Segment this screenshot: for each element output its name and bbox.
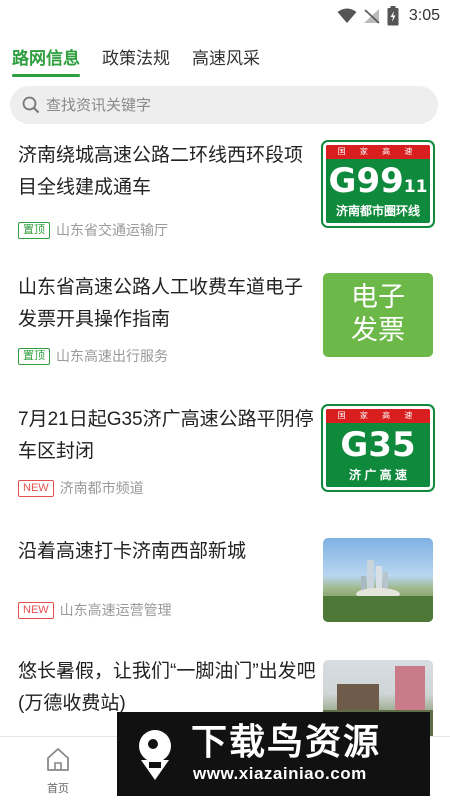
new-badge: NEW — [18, 601, 54, 619]
sign-header: 国 家 高 速 — [326, 409, 430, 423]
news-source: 山东省交通运输厅 — [56, 222, 168, 238]
news-title: 悠长暑假，让我们“一脚油门”出发吧(万德收费站) — [18, 661, 316, 714]
tab-policy[interactable]: 政策法规 — [102, 44, 170, 77]
news-title: 山东省高速公路人工收费车道电子发票开具操作指南 — [18, 277, 304, 330]
sign-route-name: 济南都市圈环线 — [335, 204, 420, 218]
news-meta: NEW 济南都市频道 — [18, 478, 144, 498]
news-title: 7月21日起G35济广高速公路平阴停车区封闭 — [18, 409, 314, 462]
tab-highway-style[interactable]: 高速风采 — [192, 44, 260, 77]
watermark-title: 下载鸟资源 — [191, 721, 382, 762]
battery-icon — [387, 6, 399, 26]
search-bar[interactable] — [10, 86, 438, 124]
sign-code: G9911 — [326, 161, 430, 207]
pinned-badge: 置顶 — [18, 221, 50, 239]
news-title: 沿着高速打卡济南西部新城 — [18, 541, 247, 562]
card-text: 电子 发票 — [323, 281, 433, 347]
news-meta: NEW 山东高速运营管理 — [18, 600, 172, 620]
watermark-url: www.xiazainiao.com — [193, 764, 367, 783]
wifi-icon — [337, 8, 357, 23]
pinned-badge: 置顶 — [18, 347, 50, 365]
home-icon — [47, 748, 69, 771]
news-source: 山东高速运营管理 — [59, 602, 172, 618]
status-time: 3:05 — [408, 7, 440, 24]
news-source: 济南都市频道 — [59, 480, 144, 496]
sign-route-name: 济 广 高 速 — [348, 468, 407, 482]
highway-sign-thumbnail: 国 家 高 速 G35 济 广 高 速 — [321, 404, 435, 492]
tab-bar: 路网信息 政策法规 高速风采 — [12, 44, 260, 77]
sign-code-sub: 11 — [403, 177, 428, 197]
city-skyline-image — [323, 560, 433, 622]
nav-home-label: 首页 — [47, 783, 69, 795]
nav-home[interactable]: 首页 — [38, 745, 78, 796]
news-meta: 置顶 山东省交通运输厅 — [18, 220, 168, 240]
sign-header: 国 家 高 速 — [326, 145, 430, 159]
status-bar: 3:05 — [0, 0, 450, 32]
watermark-banner: 下载鸟资源 www.xiazainiao.com — [117, 712, 430, 796]
search-icon — [22, 96, 40, 114]
sign-code-main: G35 — [340, 425, 416, 465]
highway-sign-thumbnail: 国 家 高 速 G9911 济南都市圈环线 — [321, 140, 435, 228]
news-source: 山东高速出行服务 — [56, 348, 168, 364]
no-signal-icon — [363, 9, 380, 24]
e-invoice-thumbnail: 电子 发票 — [323, 273, 433, 357]
city-photo-thumbnail — [323, 538, 433, 622]
news-title: 济南绕城高速公路二环线西环段项目全线建成通车 — [18, 145, 304, 198]
card-line-1: 电子 — [351, 282, 405, 312]
card-line-2: 发票 — [351, 315, 405, 345]
bird-logo-icon — [139, 730, 171, 780]
news-meta: 置顶 山东高速出行服务 — [18, 346, 168, 366]
status-icons: 3:05 — [337, 6, 440, 26]
sign-code-main: G99 — [328, 161, 404, 201]
sign-code: G35 — [326, 425, 430, 465]
search-input[interactable] — [46, 96, 406, 114]
tab-road-info[interactable]: 路网信息 — [12, 44, 80, 77]
new-badge: NEW — [18, 479, 54, 497]
